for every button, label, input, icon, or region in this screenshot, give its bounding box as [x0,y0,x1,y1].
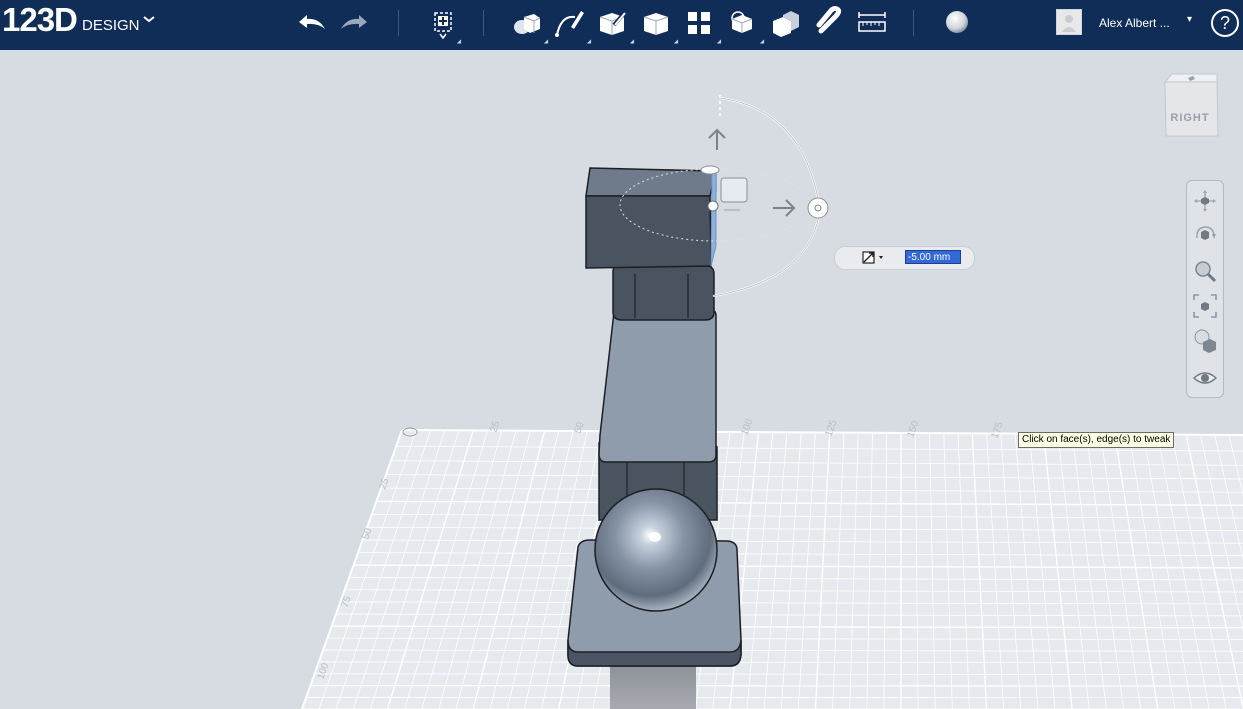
grid-plane [301,429,1243,709]
rotation-handle[interactable] [700,165,720,175]
zoom-icon [1195,261,1217,283]
arrow-up-icon[interactable] [708,128,726,150]
measure-button[interactable] [854,5,890,41]
group-button[interactable] [724,5,760,41]
arrow-right-icon[interactable] [773,199,796,217]
pan-icon [1194,190,1216,212]
view-cube-face-label: RIGHT [1170,112,1210,124]
view-cube-graphic [1163,73,1219,137]
undo-icon [299,15,325,29]
group-icon [731,11,753,33]
tweak-value-panel [834,246,975,270]
materials-outlines-button[interactable] [1192,328,1218,354]
fit-button[interactable] [1192,293,1218,319]
3d-viewport[interactable]: 25 50 75 100 125 150 175 25 50 75 100 [0,50,1243,709]
zoom-button[interactable] [1192,258,1218,284]
toolbar-divider [913,10,914,36]
material-sphere-icon [946,11,968,33]
submenu-indicator [673,39,681,46]
sketch-icon [555,11,584,37]
redo-button[interactable] [337,5,373,41]
submenu-indicator [629,39,637,46]
model-shadow [610,665,696,709]
view-cube[interactable]: RIGHT [1160,72,1220,142]
materials-icon [1194,329,1216,353]
model-part[interactable] [567,167,742,667]
pattern-icon [688,12,710,34]
user-menu-caret[interactable]: ▾ [1187,14,1192,25]
help-button[interactable]: ? [1211,9,1239,37]
submenu-indicator [543,39,551,46]
tweak-mode-dropdown[interactable] [860,249,886,267]
primitives-button[interactable] [508,5,544,41]
transform-button[interactable] [425,5,461,41]
pan-button[interactable] [1192,188,1218,214]
material-button[interactable] [939,5,975,41]
top-toolbar: 123D DESIGN Alex Albert ... ▾ ? [0,0,1243,50]
navigation-bar [1186,180,1224,398]
redo-icon [341,15,367,29]
orbit-button[interactable] [1192,222,1218,248]
transform-icon [434,12,452,40]
tooltip: Click on face(s), edge(s) to tweak [1018,432,1175,448]
scale-handle[interactable] [720,177,748,203]
combine-button[interactable] [767,5,803,41]
move-mode-icon [862,251,883,264]
submenu-indicator [716,39,724,46]
primitives-icon [514,14,541,34]
scene-canvas[interactable]: 25 50 75 100 125 150 175 25 50 75 100 [0,50,1243,709]
submenu-indicator [759,39,767,46]
chevron-down-icon[interactable] [142,12,156,29]
avatar[interactable] [1056,9,1082,35]
visibility-button[interactable] [1192,365,1218,391]
snap-icon [816,6,842,34]
app-logo-word[interactable]: DESIGN [82,17,140,34]
modify-icon [643,13,669,35]
construct-button[interactable] [594,5,630,41]
toolbar-divider [483,10,484,36]
construct-icon [599,9,628,35]
toolbar-divider [398,10,399,36]
app-logo[interactable]: 123D [2,1,78,39]
submenu-indicator [586,39,594,46]
measure-icon [858,12,886,32]
pivot-handle[interactable] [707,200,719,212]
combine-icon [773,11,799,37]
sketch-button[interactable] [551,5,587,41]
orbit-icon [1196,226,1216,240]
user-name[interactable]: Alex Albert ... [1099,16,1170,30]
snap-button[interactable] [811,5,847,41]
modify-button[interactable] [638,5,674,41]
eye-icon [1192,372,1218,384]
undo-button[interactable] [293,5,329,41]
pattern-button[interactable] [681,5,717,41]
tweak-value-input[interactable] [905,250,961,264]
fit-icon [1193,294,1217,318]
